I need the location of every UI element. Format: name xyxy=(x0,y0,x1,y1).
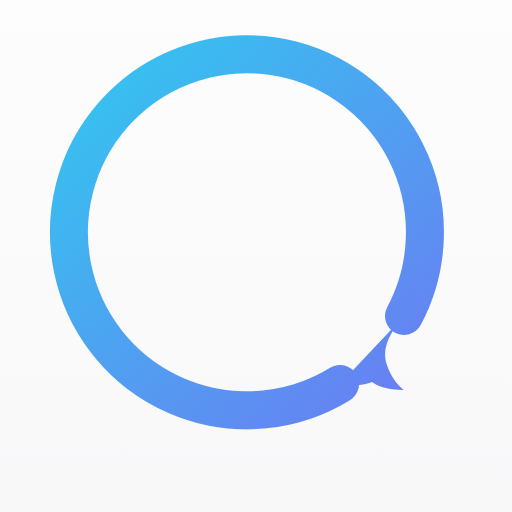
app-icon xyxy=(0,0,512,512)
speech-bubble-ring-icon xyxy=(49,35,444,430)
bubble-tail xyxy=(340,316,404,390)
